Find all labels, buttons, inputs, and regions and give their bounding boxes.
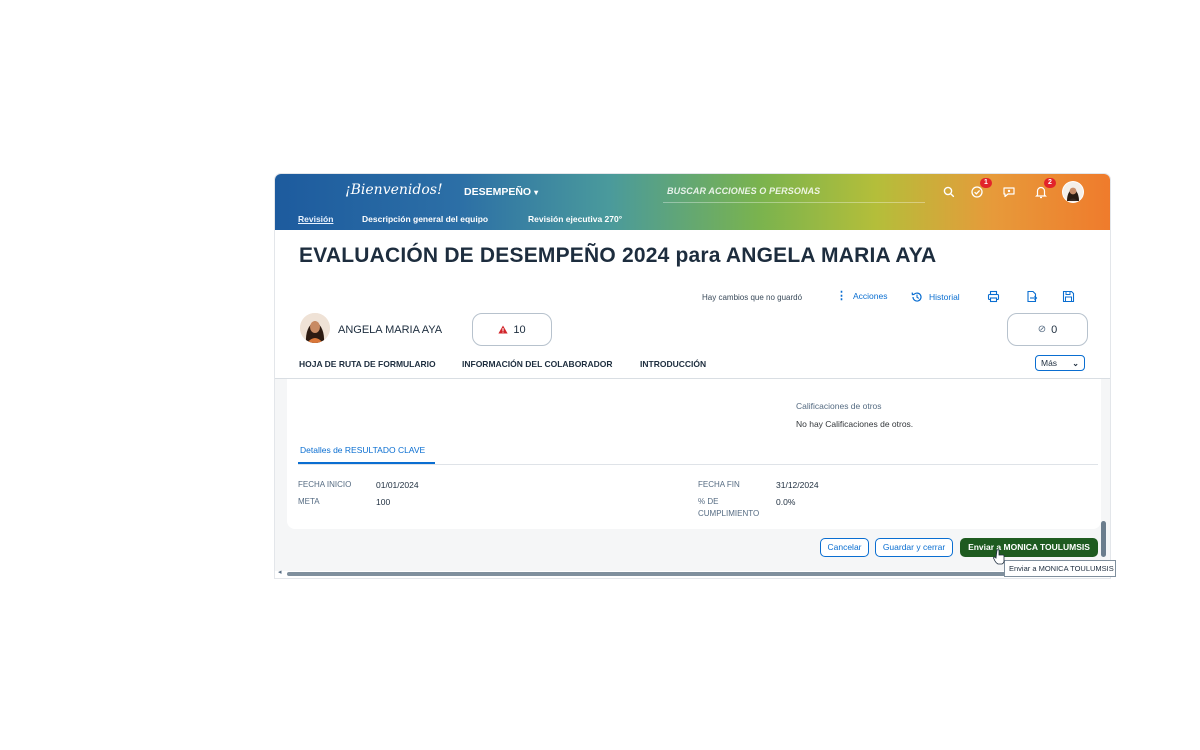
subnav-executive-review[interactable]: Revisión ejecutiva 270°: [528, 214, 622, 224]
module-label: DESEMPEÑO: [464, 186, 532, 198]
chat-icon[interactable]: [1001, 184, 1017, 200]
page-title: EVALUACIÓN DE DESEMPEÑO 2024 para ANGELA…: [299, 244, 937, 267]
start-date-value: 01/01/2024: [376, 480, 419, 490]
paperclip-icon: ⊘: [1037, 324, 1047, 335]
save-and-close-button[interactable]: Guardar y cerrar: [875, 538, 953, 557]
subnav-team-overview[interactable]: Descripción general del equipo: [362, 214, 488, 224]
end-date-value: 31/12/2024: [776, 480, 819, 490]
search-underline: [663, 202, 925, 203]
tab-form-roadmap[interactable]: HOJA DE RUTA DE FORMULARIO: [299, 359, 436, 369]
mouse-cursor-icon: [993, 549, 1005, 565]
end-date-label: FECHA FIN: [698, 480, 740, 489]
attachments-pill[interactable]: ⊘ 0: [1007, 313, 1088, 346]
unsaved-changes-text: Hay cambios que no guardó: [702, 293, 803, 302]
completion-label-line2: CUMPLIMIENTO: [698, 509, 760, 518]
send-button-tooltip: Enviar a MONICA TOULUMSIS: [1004, 560, 1116, 577]
more-tabs-select[interactable]: Más ⌄: [1035, 355, 1085, 371]
actions-label: Acciones: [853, 291, 888, 301]
module-menu[interactable]: DESEMPEÑO ▾: [464, 186, 538, 198]
export-icon[interactable]: [1025, 290, 1038, 303]
notifications-badge: 2: [1044, 178, 1056, 188]
send-to-manager-button[interactable]: Enviar a MONICA TOULUMSIS: [960, 538, 1098, 557]
cancel-button[interactable]: Cancelar: [820, 538, 869, 557]
shell-header: ¡Bienvenidos! DESEMPEÑO ▾ BUSCAR ACCIONES…: [275, 174, 1110, 230]
ratings-empty-text: No hay Calificaciones de otros.: [796, 419, 914, 429]
completion-label-line1: % DE: [698, 497, 719, 506]
tab-employee-info[interactable]: INFORMACIÓN DEL COLABORADOR: [462, 359, 612, 369]
more-vertical-icon: ⋮: [836, 290, 847, 302]
actions-button[interactable]: ⋮ Acciones: [836, 290, 888, 302]
notifications-button[interactable]: 2: [1033, 178, 1056, 200]
vertical-scrollbar[interactable]: [1101, 521, 1106, 557]
history-icon: [911, 292, 922, 302]
goal-label: META: [298, 497, 320, 506]
employee-photo: [300, 313, 330, 343]
completion-value: 0.0%: [776, 497, 796, 507]
welcome-logo: ¡Bienvenidos!: [345, 182, 443, 198]
todo-badge: 1: [980, 178, 992, 188]
user-avatar-image: [1063, 182, 1083, 202]
warning-icon: [498, 325, 508, 334]
goal-value: 100: [376, 497, 391, 507]
print-icon[interactable]: [987, 290, 1000, 303]
alerts-pill[interactable]: 10: [472, 313, 552, 346]
tab-key-result-details[interactable]: Detalles de RESULTADO CLAVE: [300, 445, 425, 455]
key-result-divider: [298, 464, 1098, 465]
subnav-revision[interactable]: Revisión: [298, 214, 333, 224]
performance-form-window: ¡Bienvenidos! DESEMPEÑO ▾ BUSCAR ACCIONES…: [275, 174, 1110, 578]
employee-name: ANGELA MARIA AYA: [338, 324, 443, 336]
save-icon[interactable]: [1062, 290, 1075, 303]
ratings-title: Calificaciones de otros: [796, 401, 882, 411]
alerts-count: 10: [513, 323, 526, 336]
attachments-count: 0: [1051, 323, 1058, 336]
search-input[interactable]: BUSCAR ACCIONES O PERSONAS: [667, 186, 820, 196]
user-avatar[interactable]: [1062, 181, 1084, 203]
more-label: Más: [1041, 358, 1058, 368]
scroll-left-icon[interactable]: ◂: [278, 568, 282, 576]
chevron-down-icon: ⌄: [1072, 358, 1079, 368]
search-icon[interactable]: [941, 184, 957, 200]
start-date-label: FECHA INICIO: [298, 480, 352, 489]
todo-button[interactable]: 1: [969, 178, 992, 200]
employee-avatar: [300, 313, 330, 343]
history-button[interactable]: Historial: [911, 291, 960, 303]
history-label: Historial: [929, 292, 960, 302]
horizontal-scrollbar[interactable]: [287, 572, 1077, 576]
tab-introduction[interactable]: INTRODUCCIÓN: [640, 359, 706, 369]
caret-down-icon: ▾: [534, 188, 539, 197]
